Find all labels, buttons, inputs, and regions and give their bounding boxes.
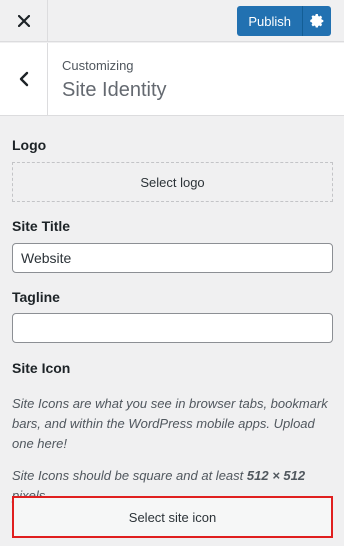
chevron-left-icon	[19, 71, 28, 87]
select-site-icon-button[interactable]: Select site icon	[12, 496, 333, 538]
select-logo-button[interactable]: Select logo	[12, 162, 333, 202]
site-icon-description: Site Icons are what you see in browser t…	[12, 396, 328, 451]
logo-label: Logo	[12, 137, 47, 153]
back-button[interactable]	[0, 43, 48, 115]
section-context: Customizing	[62, 58, 134, 73]
tagline-input[interactable]	[12, 313, 333, 343]
site-title-label: Site Title	[12, 218, 71, 234]
section-title: Site Identity	[62, 79, 167, 101]
gear-icon	[310, 14, 324, 28]
customizer-topbar: Publish	[0, 0, 344, 42]
section-header: Customizing Site Identity	[0, 43, 344, 116]
site-title-input[interactable]	[12, 243, 333, 273]
select-site-icon-label: Select site icon	[128, 509, 217, 525]
publish-button[interactable]: Publish	[237, 6, 303, 36]
size-note-value: 512 × 512	[246, 468, 306, 483]
section-meta: Customizing Site Identity	[62, 58, 167, 102]
tagline-label: Tagline	[12, 289, 60, 305]
site-icon-label: Site Icon	[12, 360, 71, 376]
size-note-prefix: Site Icons should be square and at least	[12, 468, 247, 483]
close-icon	[17, 15, 30, 27]
publish-settings-button[interactable]	[303, 6, 331, 36]
publish-group: Publish	[237, 6, 331, 36]
close-customizer-button[interactable]	[0, 0, 48, 42]
